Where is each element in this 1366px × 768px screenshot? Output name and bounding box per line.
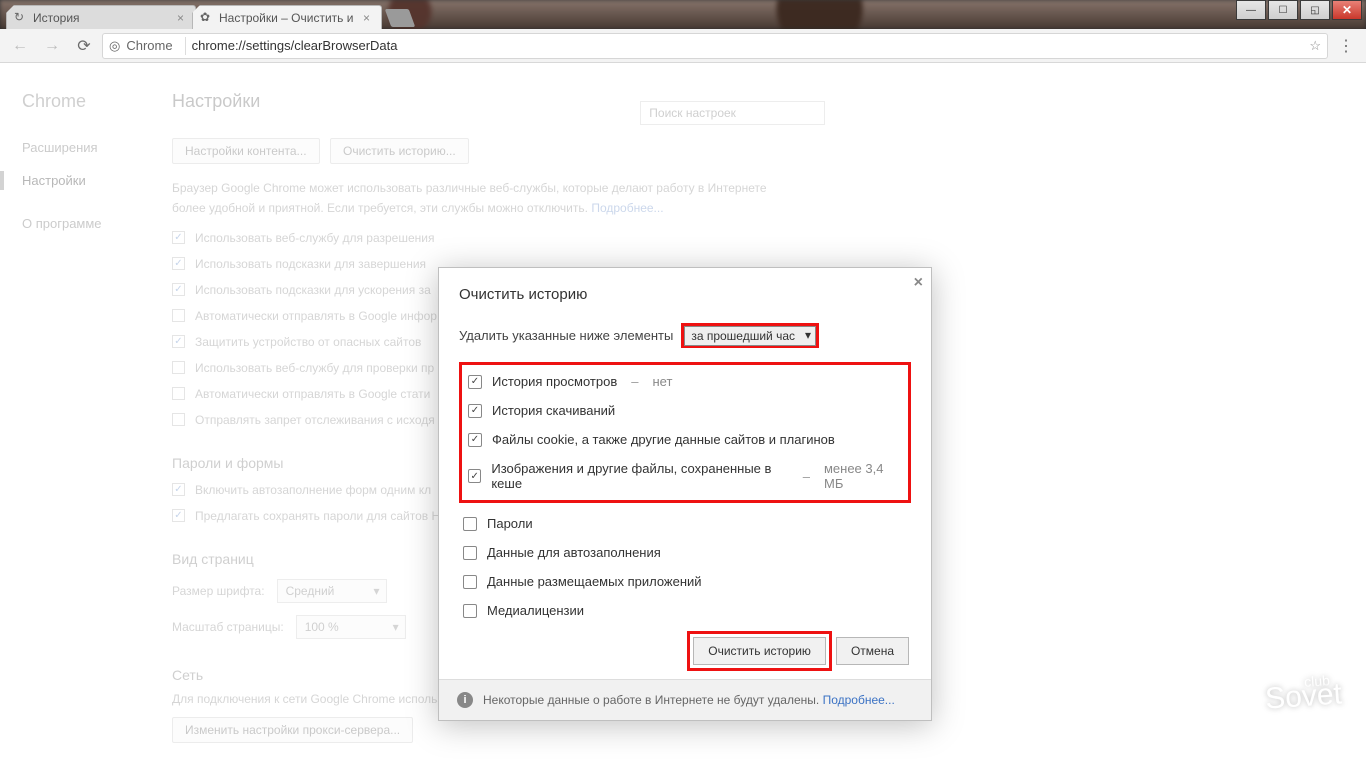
clear-option[interactable]: Медиалицензии: [459, 596, 911, 625]
dialog-title: Очистить историю: [459, 286, 911, 303]
browser-toolbar: ← → ⟳ ◎ Chrome chrome://settings/clearBr…: [0, 29, 1366, 63]
option-label: Файлы cookie, а также другие данные сайт…: [492, 432, 835, 447]
option-label: Данные для автозаполнения: [487, 545, 661, 560]
tab-strip: ↻ История × ✿ Настройки – Очистить и ×: [0, 0, 1206, 29]
menu-button[interactable]: ⋮: [1332, 32, 1360, 60]
clear-option[interactable]: История скачиваний: [464, 396, 906, 425]
separator: –: [631, 374, 638, 389]
info-icon: i: [457, 692, 473, 708]
maximize2-button[interactable]: ◱: [1300, 0, 1330, 20]
footer-text: Некоторые данные о работе в Интернете не…: [483, 693, 819, 707]
option-label: История скачиваний: [492, 403, 615, 418]
clear-option[interactable]: Данные для автозаполнения: [459, 538, 911, 567]
url-text: chrome://settings/clearBrowserData: [192, 38, 398, 53]
option-label: Пароли: [487, 516, 533, 531]
checkbox[interactable]: [468, 433, 482, 447]
checkbox[interactable]: [463, 546, 477, 560]
separator: –: [803, 469, 810, 484]
checkbox[interactable]: [468, 404, 482, 418]
separator: [185, 37, 186, 55]
option-label: Изображения и другие файлы, сохраненные …: [491, 461, 788, 491]
tab-history[interactable]: ↻ История ×: [6, 5, 196, 29]
site-identity-label: Chrome: [126, 38, 172, 53]
dialog-close-button[interactable]: ×: [914, 274, 923, 292]
option-label: Медиалицензии: [487, 603, 584, 618]
option-detail: нет: [652, 374, 672, 389]
close-tab-icon[interactable]: ×: [363, 11, 375, 23]
clear-option[interactable]: Данные размещаемых приложений: [459, 567, 911, 596]
time-range-label: Удалить указанные ниже элементы: [459, 328, 673, 343]
checkbox[interactable]: [463, 575, 477, 589]
new-tab-button[interactable]: [385, 9, 416, 27]
checkbox[interactable]: [463, 517, 477, 531]
close-tab-icon[interactable]: ×: [177, 11, 189, 23]
option-label: Данные размещаемых приложений: [487, 574, 702, 589]
close-window-button[interactable]: ✕: [1332, 0, 1362, 20]
minimize-button[interactable]: —: [1236, 0, 1266, 20]
clear-data-confirm-button[interactable]: Очистить историю: [693, 637, 826, 665]
back-button[interactable]: ←: [6, 32, 34, 60]
clear-browsing-data-dialog: × Очистить историю Удалить указанные ниж…: [438, 267, 932, 721]
option-label: История просмотров: [492, 374, 617, 389]
window-controls: — ☐ ◱ ✕: [1236, 0, 1366, 29]
checkbox[interactable]: [468, 375, 482, 389]
maximize-button[interactable]: ☐: [1268, 0, 1298, 20]
checkbox[interactable]: [463, 604, 477, 618]
clear-option[interactable]: История просмотров–нет: [464, 367, 906, 396]
clear-option[interactable]: Изображения и другие файлы, сохраненные …: [464, 454, 906, 498]
tab-label: Настройки – Очистить и: [219, 11, 353, 25]
option-detail: менее 3,4 МБ: [824, 461, 902, 491]
tab-label: История: [33, 11, 80, 25]
cancel-button[interactable]: Отмена: [836, 637, 909, 665]
history-icon: ↻: [14, 10, 28, 24]
gear-icon: ✿: [200, 10, 214, 24]
address-bar[interactable]: ◎ Chrome chrome://settings/clearBrowserD…: [102, 33, 1328, 59]
bookmark-star-icon[interactable]: ☆: [1309, 38, 1321, 54]
footer-learn-more-link[interactable]: Подробнее...: [823, 693, 895, 707]
dialog-footer: i Некоторые данные о работе в Интернете …: [439, 679, 931, 720]
clear-option[interactable]: Пароли: [459, 509, 911, 538]
tab-settings[interactable]: ✿ Настройки – Очистить и ×: [192, 5, 382, 29]
checkbox[interactable]: [468, 469, 481, 483]
reload-button[interactable]: ⟳: [70, 32, 98, 60]
site-identity-icon: ◎: [109, 38, 120, 54]
clear-option[interactable]: Файлы cookie, а также другие данные сайт…: [464, 425, 906, 454]
time-range-select[interactable]: за прошедший час: [684, 326, 816, 346]
forward-button[interactable]: →: [38, 32, 66, 60]
settings-page: Chrome Расширения Настройки О программе …: [0, 63, 1366, 768]
